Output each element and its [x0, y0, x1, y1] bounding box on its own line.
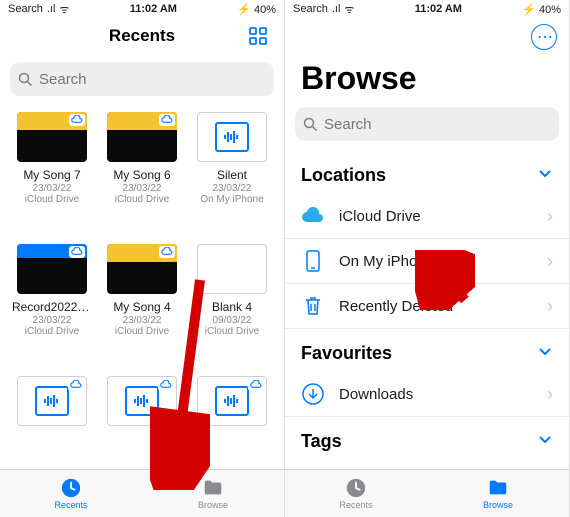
chevron-down-icon — [537, 165, 553, 186]
cloud-icon — [158, 379, 174, 391]
page-title: Browse — [285, 50, 569, 103]
wifi-icon: ᯤ — [344, 2, 354, 17]
list-item-onmyiphone[interactable]: On My iPhone › — [285, 239, 569, 284]
tab-bar: Recents Browse — [285, 469, 569, 517]
search-icon — [18, 72, 33, 87]
left-phone: Search .ıl ᯤ 11:02 AM ⚡ 40% Recents My S… — [0, 0, 285, 517]
list-item-downloads[interactable]: Downloads › — [285, 372, 569, 417]
file-item[interactable] — [190, 376, 274, 463]
chevron-down-icon — [537, 431, 553, 452]
list-item-tag-red[interactable]: Red › — [285, 460, 569, 469]
status-bar: Search .ıl ᯤ 11:02 AM ⚡ 40% — [285, 0, 569, 18]
header: Recents — [0, 18, 284, 58]
search-input[interactable] — [324, 116, 551, 133]
folder-icon — [202, 477, 224, 499]
tab-recents[interactable]: Recents — [285, 470, 427, 517]
file-item[interactable] — [10, 376, 94, 463]
carrier-text: Search — [8, 3, 43, 15]
search-icon — [303, 117, 318, 132]
search-input[interactable] — [39, 71, 266, 88]
page-title: Recents — [40, 26, 244, 46]
battery-text: ⚡ 40% — [237, 3, 276, 16]
battery-text: ⚡ 40% — [522, 3, 561, 16]
signal-icon: .ıl — [47, 3, 56, 15]
tab-browse[interactable]: Browse — [142, 470, 284, 517]
cloud-icon — [301, 204, 325, 228]
file-item[interactable]: Record20220323_...0533 23/03/22 iCloud D… — [10, 244, 94, 368]
cloud-icon — [69, 246, 85, 258]
chevron-right-icon: › — [547, 384, 553, 405]
phone-icon — [301, 249, 325, 273]
file-item[interactable]: Silent 23/03/22 On My iPhone — [190, 112, 274, 236]
chevron-right-icon: › — [547, 296, 553, 317]
signal-icon: .ıl — [332, 3, 341, 15]
clock-icon — [60, 477, 82, 499]
file-item[interactable]: My Song 6 23/03/22 iCloud Drive — [100, 112, 184, 236]
tab-browse[interactable]: Browse — [427, 470, 569, 517]
right-phone: Search .ıl ᯤ 11:02 AM ⚡ 40% ⋯ Browse Loc… — [285, 0, 570, 517]
carrier-text: Search — [293, 3, 328, 15]
tab-recents[interactable]: Recents — [0, 470, 142, 517]
search-bar[interactable] — [10, 62, 274, 96]
section-tags[interactable]: Tags — [285, 417, 569, 460]
browse-list: Locations iCloud Drive › On My iPhone › … — [285, 151, 569, 469]
grid-view-icon[interactable] — [244, 22, 272, 50]
file-item[interactable]: Blank 4 09/03/22 iCloud Drive — [190, 244, 274, 368]
download-icon — [301, 382, 325, 406]
chevron-down-icon — [537, 343, 553, 364]
trash-icon — [301, 294, 325, 318]
cloud-icon — [68, 379, 84, 391]
tab-bar: Recents Browse — [0, 469, 284, 517]
chevron-right-icon: › — [547, 206, 553, 227]
file-item[interactable]: My Song 7 23/03/22 iCloud Drive — [10, 112, 94, 236]
cloud-icon — [69, 114, 85, 126]
time-text: 11:02 AM — [130, 3, 177, 15]
more-icon[interactable]: ⋯ — [531, 24, 557, 50]
cloud-icon — [248, 379, 264, 391]
section-locations[interactable]: Locations — [285, 151, 569, 194]
file-item[interactable]: My Song 4 23/03/22 iCloud Drive — [100, 244, 184, 368]
section-favourites[interactable]: Favourites — [285, 329, 569, 372]
search-bar[interactable] — [295, 107, 559, 141]
chevron-right-icon: › — [547, 251, 553, 272]
list-item-icloud[interactable]: iCloud Drive › — [285, 194, 569, 239]
folder-icon — [487, 477, 509, 499]
list-item-recently-deleted[interactable]: Recently Deleted › — [285, 284, 569, 329]
time-text: 11:02 AM — [415, 3, 462, 15]
file-grid: My Song 7 23/03/22 iCloud Drive My Song … — [0, 106, 284, 469]
cloud-icon — [159, 246, 175, 258]
status-bar: Search .ıl ᯤ 11:02 AM ⚡ 40% — [0, 0, 284, 18]
wifi-icon: ᯤ — [59, 2, 69, 17]
cloud-icon — [159, 114, 175, 126]
clock-icon — [345, 477, 367, 499]
file-item[interactable] — [100, 376, 184, 463]
